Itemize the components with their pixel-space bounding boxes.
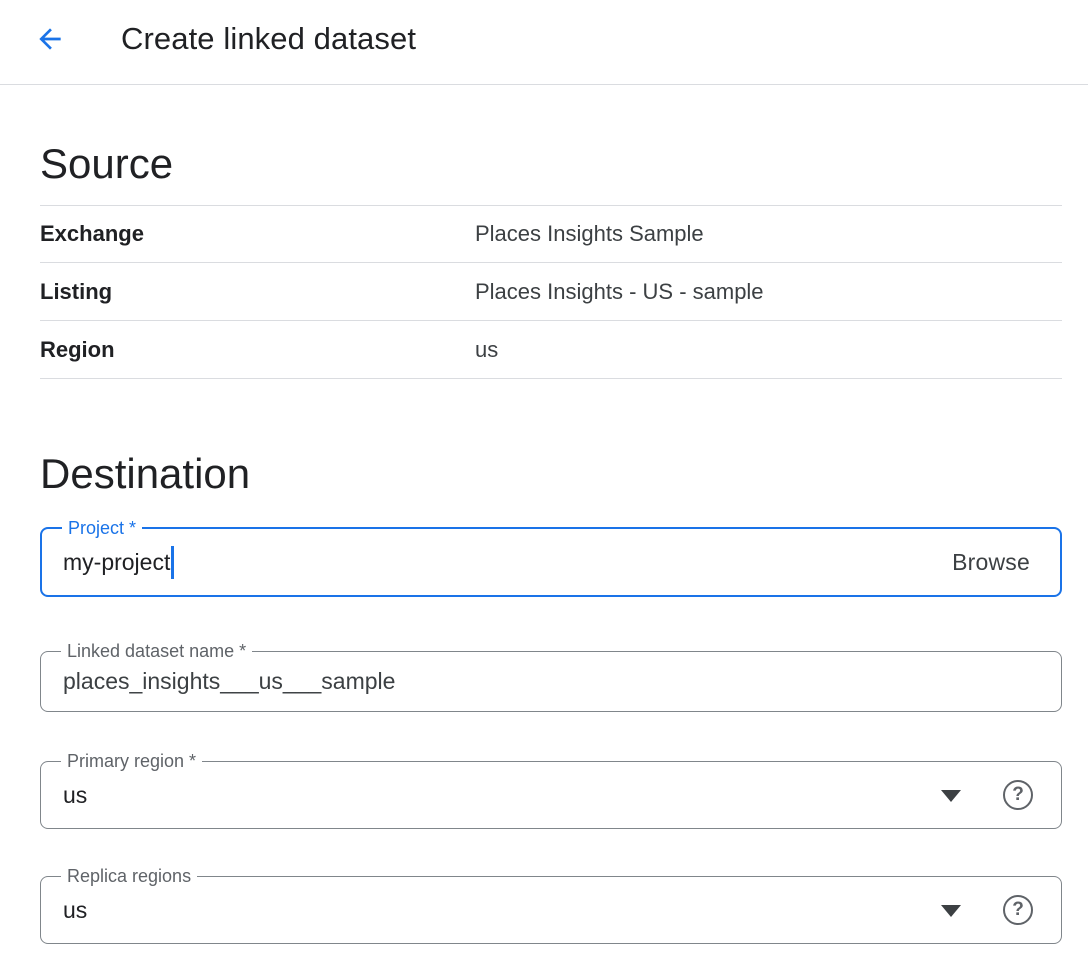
linked-dataset-name-field[interactable]: Linked dataset name * places_insights___…	[40, 651, 1062, 712]
region-label: Region	[40, 337, 475, 363]
help-icon[interactable]: ?	[1003, 780, 1033, 810]
linked-dataset-name-label: Linked dataset name *	[61, 640, 252, 662]
dropdown-arrow-icon[interactable]	[941, 790, 961, 802]
destination-section-heading: Destination	[40, 451, 1062, 497]
page-title: Create linked dataset	[121, 21, 416, 57]
source-table: Exchange Places Insights Sample Listing …	[40, 205, 1062, 379]
replica-regions-value: us	[63, 897, 87, 924]
page-header: Create linked dataset	[0, 0, 1088, 85]
project-field[interactable]: Project * my-project Browse	[40, 527, 1062, 597]
project-field-label: Project *	[62, 517, 142, 539]
listing-label: Listing	[40, 279, 475, 305]
project-input-value[interactable]: my-project	[63, 549, 170, 576]
primary-region-select[interactable]: Primary region * us ?	[40, 761, 1062, 829]
arrow-left-icon	[34, 23, 66, 55]
table-row-region: Region us	[40, 321, 1062, 379]
primary-region-value: us	[63, 782, 87, 809]
replica-regions-label: Replica regions	[61, 865, 197, 887]
main-content: Source Exchange Places Insights Sample L…	[0, 141, 1088, 944]
back-button[interactable]	[33, 22, 67, 56]
linked-dataset-name-value[interactable]: places_insights___us___sample	[63, 668, 395, 695]
help-icon[interactable]: ?	[1003, 895, 1033, 925]
primary-region-label: Primary region *	[61, 750, 202, 772]
listing-value: Places Insights - US - sample	[475, 279, 764, 305]
dropdown-arrow-icon[interactable]	[941, 905, 961, 917]
exchange-label: Exchange	[40, 221, 475, 247]
exchange-value: Places Insights Sample	[475, 221, 704, 247]
table-row-exchange: Exchange Places Insights Sample	[40, 205, 1062, 263]
region-value: us	[475, 337, 498, 363]
replica-regions-select[interactable]: Replica regions us ?	[40, 876, 1062, 944]
table-row-listing: Listing Places Insights - US - sample	[40, 263, 1062, 321]
text-cursor	[171, 546, 174, 579]
browse-button[interactable]: Browse	[952, 549, 1030, 576]
source-section-heading: Source	[40, 141, 1062, 187]
